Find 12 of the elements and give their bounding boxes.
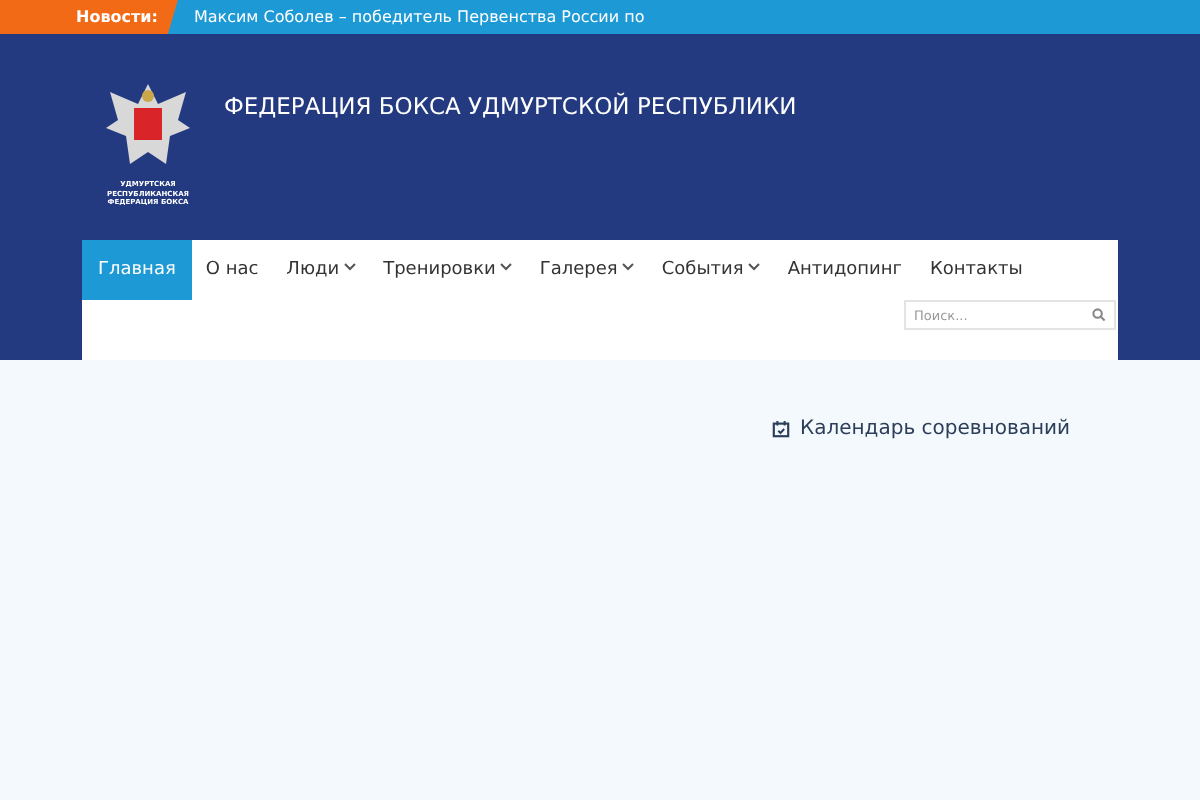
calendar-link[interactable]: Календарь соревнований xyxy=(772,418,1070,440)
nav-item[interactable]: События xyxy=(647,240,774,300)
nav-item[interactable]: Антидопинг xyxy=(773,240,917,300)
nav-item[interactable]: Галерея xyxy=(525,240,648,300)
search-icon[interactable] xyxy=(1092,308,1106,322)
calendar-icon xyxy=(772,420,790,438)
nav-item[interactable]: Тренировки xyxy=(369,240,526,300)
nav-item[interactable]: Контакты xyxy=(916,240,1037,300)
nav-item[interactable]: Люди xyxy=(272,240,370,300)
site-title[interactable]: ФЕДЕРАЦИЯ БОКСА УДМУРТСКОЙ РЕСПУБЛИКИ xyxy=(224,92,797,240)
news-label: Новости: xyxy=(0,0,178,34)
nav-item[interactable]: О нас xyxy=(191,240,273,300)
